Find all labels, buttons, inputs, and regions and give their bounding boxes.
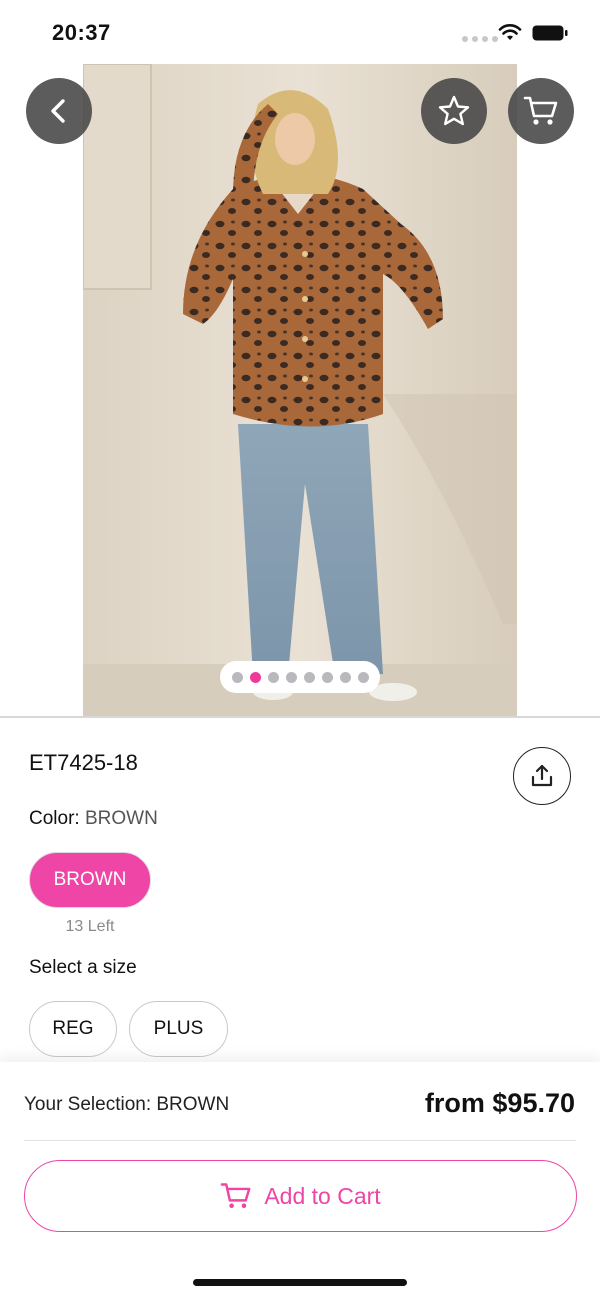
add-to-cart-label: Add to Cart [264,1182,381,1209]
product-image[interactable] [83,64,517,716]
color-label: Color: [29,808,80,829]
cart-icon [220,1183,251,1208]
purchase-bar: Your Selection: BROWN from $95.70 Add to… [0,1062,600,1299]
status-bar: 20:37 [0,0,600,64]
size-label: Select a size [29,957,137,978]
add-to-cart-button[interactable]: Add to Cart [24,1160,577,1232]
pager-dot-active[interactable] [249,671,261,683]
wifi-icon [498,24,522,40]
pager-dot[interactable] [357,671,369,683]
hero-divider [0,716,600,718]
back-button[interactable] [26,78,92,144]
image-pager[interactable] [220,661,380,693]
star-icon [438,95,470,126]
price: from $95.70 [424,1088,575,1118]
color-option-brown[interactable]: BROWN [29,852,151,908]
stock-count: 13 Left [65,918,115,935]
size-option-reg[interactable]: REG [29,1001,117,1057]
chevron-left-icon [51,99,65,123]
cart-button[interactable] [508,78,574,144]
pager-dot[interactable] [285,671,297,683]
share-button[interactable] [513,747,571,805]
pager-dot[interactable] [267,671,279,683]
pager-dot[interactable] [321,671,333,683]
size-option-plus[interactable]: PLUS [129,1001,228,1057]
pager-dot[interactable] [303,671,315,683]
pager-dot[interactable] [339,671,351,683]
favorite-button[interactable] [421,78,487,144]
pager-dot[interactable] [231,671,243,683]
cellular-signal-icon [462,36,498,42]
color-value: BROWN [84,808,158,829]
product-sku: ET7425-18 [29,750,138,775]
cart-icon [523,96,558,125]
battery-icon [532,25,568,41]
status-time: 20:37 [52,20,111,45]
bar-divider [24,1140,576,1141]
selection-summary: Your Selection: BROWN [24,1094,230,1115]
color-line: Color: BROWN [29,808,158,830]
product-photo [83,64,517,716]
share-icon [531,764,553,787]
home-indicator[interactable] [193,1279,407,1286]
